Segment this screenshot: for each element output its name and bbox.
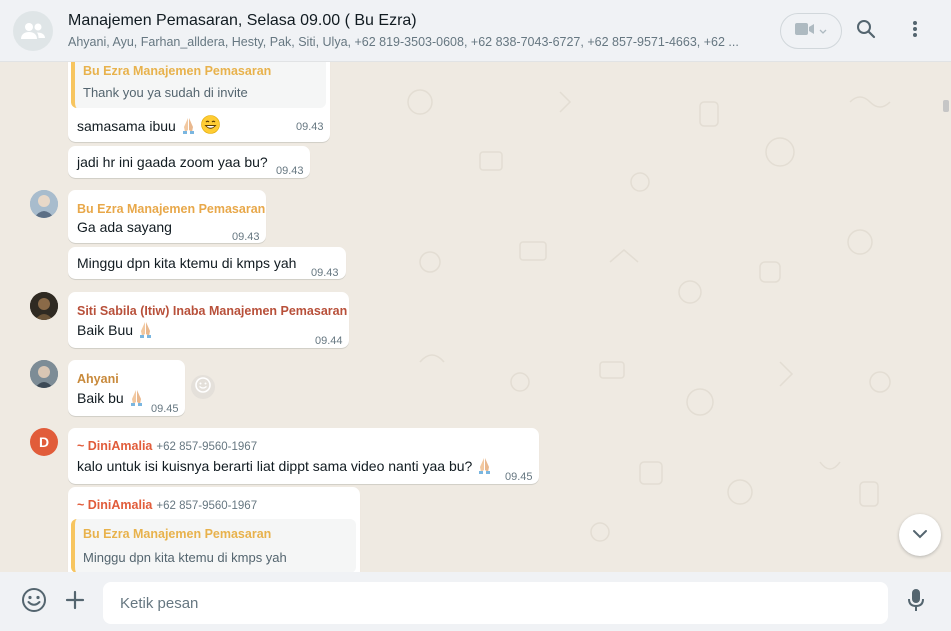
message-bubble[interactable]: jadi hr ini gaada zoom yaa bu? 09.43 bbox=[68, 146, 310, 178]
praying-hands-icon bbox=[180, 116, 197, 139]
praying-hands-icon bbox=[128, 388, 145, 411]
message-bubble[interactable]: Minggu dpn kita ktemu di kmps yah 09.43 bbox=[68, 247, 346, 279]
avatar[interactable]: D bbox=[30, 428, 58, 456]
chevron-down-icon bbox=[912, 526, 928, 544]
praying-hands-icon bbox=[476, 456, 493, 479]
message-text: Baik Buu bbox=[77, 320, 154, 343]
emoji-icon bbox=[21, 587, 47, 618]
message-text: jadi hr ini gaada zoom yaa bu? bbox=[77, 154, 268, 170]
quoted-text: Thank you ya sudah di invite bbox=[83, 85, 248, 100]
voice-message-button[interactable] bbox=[902, 588, 930, 616]
quoted-sender: Bu Ezra Manajemen Pemasaran bbox=[83, 64, 272, 78]
message-text: kalo untuk isi kuisnya berarti liat dipp… bbox=[77, 456, 493, 479]
message-bubble[interactable]: ~ DiniAmalia +62 857-9560-1967 Bu Ezra Ma… bbox=[68, 487, 360, 572]
sender-name-text: ~ DiniAmalia bbox=[77, 498, 153, 512]
plus-icon bbox=[65, 590, 85, 615]
message-bubble[interactable]: Siti Sabila (Itiw) Inaba Manajemen Pemas… bbox=[68, 292, 349, 348]
sender-phone: +62 857-9560-1967 bbox=[156, 441, 258, 453]
message-time: 09.43 bbox=[232, 231, 260, 243]
chevron-down-icon bbox=[819, 22, 827, 40]
scroll-down-button[interactable] bbox=[899, 514, 941, 556]
message-bubble[interactable]: Bu Ezra Manajemen Pemasaran Thank you ya… bbox=[68, 62, 330, 142]
message-list[interactable]: Bu Ezra Manajemen Pemasaran Thank you ya… bbox=[0, 62, 951, 572]
menu-button[interactable] bbox=[899, 15, 931, 47]
message-bubble[interactable]: Ahyani Baik bu 09.45 bbox=[68, 360, 185, 416]
message-time: 09.45 bbox=[151, 403, 179, 415]
message-time: 09.45 bbox=[505, 471, 533, 483]
search-button[interactable] bbox=[850, 15, 882, 47]
video-call-button[interactable] bbox=[780, 13, 842, 49]
message-time: 09.43 bbox=[311, 267, 339, 279]
compose-bar bbox=[0, 572, 951, 631]
message-text-content: Baik Buu bbox=[77, 322, 134, 338]
message-text-content: kalo untuk isi kuisnya berarti liat dipp… bbox=[77, 458, 473, 474]
menu-icon bbox=[912, 20, 918, 43]
message-text-content: samasama ibuu bbox=[77, 118, 176, 134]
avatar[interactable] bbox=[30, 292, 58, 320]
chat-members[interactable]: Ahyani, Ayu, Farhan_alldera, Hesty, Pak,… bbox=[68, 33, 758, 51]
sender-name[interactable]: ~ DiniAmalia +62 857-9560-1967 bbox=[77, 437, 257, 457]
message-text-content: Baik bu bbox=[77, 390, 124, 406]
chat-title[interactable]: Manajemen Pemasaran, Selasa 09.00 ( Bu E… bbox=[68, 11, 768, 31]
group-icon[interactable] bbox=[13, 11, 53, 51]
quoted-sender: Bu Ezra Manajemen Pemasaran bbox=[83, 527, 272, 541]
sender-name[interactable]: Bu Ezra Manajemen Pemasaran bbox=[77, 200, 265, 219]
microphone-icon bbox=[907, 588, 925, 617]
message-text: Minggu dpn kita ktemu di kmps yah bbox=[77, 255, 297, 271]
sender-name-text: ~ DiniAmalia bbox=[77, 439, 153, 453]
avatar-letter: D bbox=[38, 434, 50, 450]
message-bubble[interactable]: Bu Ezra Manajemen Pemasaran Ga ada sayan… bbox=[68, 190, 266, 243]
message-time: 09.43 bbox=[276, 165, 304, 177]
sender-phone: +62 857-9560-1967 bbox=[156, 500, 258, 512]
message-text: samasama ibuu bbox=[77, 115, 220, 139]
message-time: 09.43 bbox=[296, 121, 324, 133]
message-input[interactable] bbox=[103, 582, 888, 624]
scrollbar-thumb[interactable] bbox=[943, 100, 949, 112]
quoted-text: Minggu dpn kita ktemu di kmps yah bbox=[83, 550, 287, 565]
chat-header[interactable]: Manajemen Pemasaran, Selasa 09.00 ( Bu E… bbox=[0, 0, 951, 62]
avatar[interactable] bbox=[30, 190, 58, 218]
emoji-button[interactable] bbox=[20, 587, 48, 618]
grinning-face-icon bbox=[200, 115, 220, 139]
emoji-icon bbox=[195, 376, 211, 398]
sender-name[interactable]: ~ DiniAmalia +62 857-9560-1967 bbox=[77, 496, 257, 516]
praying-hands-icon bbox=[137, 320, 154, 343]
message-time: 09.44 bbox=[315, 335, 343, 347]
search-icon bbox=[856, 19, 876, 44]
quoted-message[interactable]: Bu Ezra Manajemen Pemasaran Thank you ya… bbox=[71, 62, 326, 108]
video-icon bbox=[795, 22, 815, 41]
avatar[interactable] bbox=[30, 360, 58, 388]
message-bubble[interactable]: ~ DiniAmalia +62 857-9560-1967 kalo untuk… bbox=[68, 428, 539, 484]
react-button[interactable] bbox=[191, 375, 215, 399]
attach-button[interactable] bbox=[61, 588, 89, 616]
sender-name[interactable]: Ahyani bbox=[77, 370, 119, 389]
message-text: Ga ada sayang bbox=[77, 219, 172, 235]
quoted-message[interactable]: Bu Ezra Manajemen Pemasaran Minggu dpn k… bbox=[71, 519, 356, 572]
sender-name[interactable]: Siti Sabila (Itiw) Inaba Manajemen Pemas… bbox=[77, 302, 347, 321]
message-text: Baik bu bbox=[77, 388, 145, 411]
